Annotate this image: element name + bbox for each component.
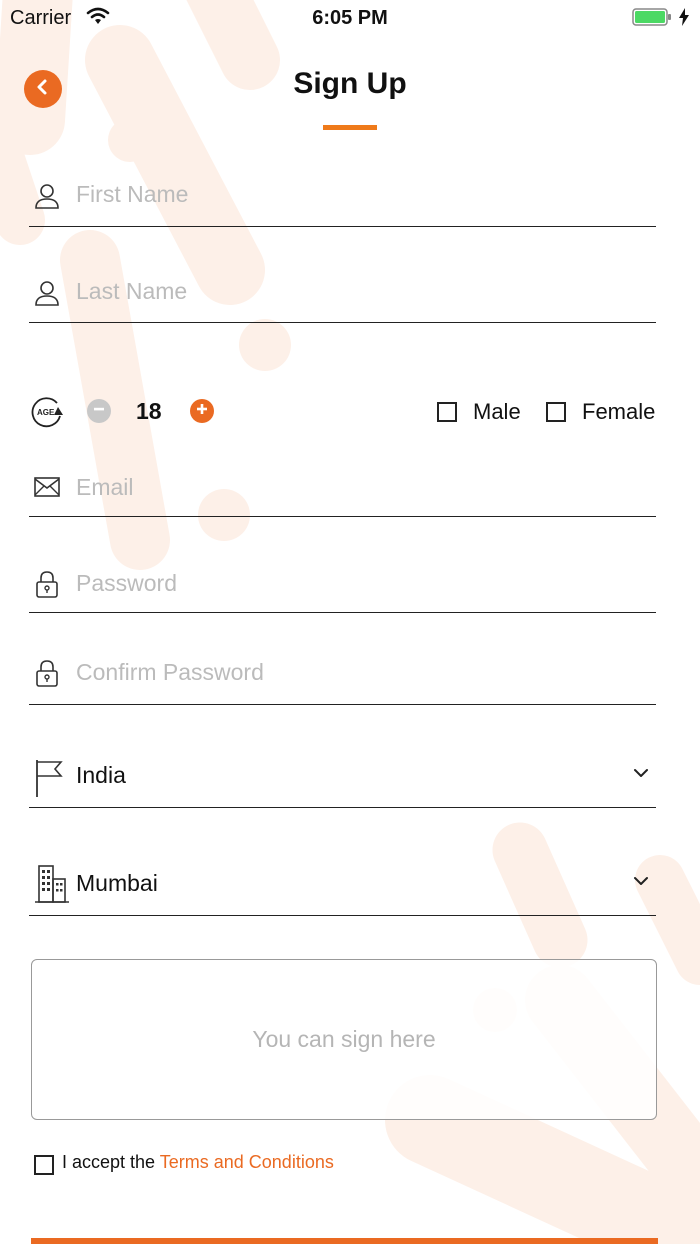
city-select[interactable]: Mumbai [29,860,656,916]
terms-checkbox[interactable] [34,1155,54,1175]
first-name-input[interactable]: First Name [76,181,616,208]
chevron-down-icon[interactable] [632,766,650,785]
password-field[interactable]: Password [29,561,656,613]
country-select[interactable]: India [29,752,656,808]
male-label: Male [473,399,521,424]
chevron-down-icon[interactable] [632,874,650,893]
user-icon [33,182,61,215]
signature-pad[interactable]: You can sign here [31,959,657,1120]
plus-circle-icon [195,402,209,421]
page-title: Sign Up [293,67,407,100]
terms-link[interactable]: Terms and Conditions [160,1152,334,1172]
password-input[interactable]: Password [76,570,616,597]
female-label: Female [582,399,656,424]
status-bar: Carrier 6:05 PM [0,0,700,36]
flag-icon [33,758,63,803]
title-underline [323,125,377,130]
age-badge-text: AGE [37,408,55,417]
city-value: Mumbai [76,870,158,896]
user-icon [33,279,61,312]
age-increment-button[interactable] [190,399,214,423]
confirm-password-input[interactable]: Confirm Password [76,659,616,686]
battery-icon [632,8,672,26]
minus-circle-icon [92,402,106,421]
charging-icon [678,8,690,31]
sign-up-button[interactable] [31,1238,658,1244]
email-input[interactable]: Email [76,474,616,501]
email-field[interactable]: Email [29,465,656,517]
age-value: 18 [136,398,162,424]
age-decrement-button[interactable] [87,399,111,423]
last-name-field[interactable]: Last Name [29,269,656,323]
signature-hint: You can sign here [252,1026,436,1052]
status-time: 6:05 PM [312,7,388,29]
envelope-icon [33,476,61,503]
country-value: India [76,762,126,788]
terms-text: I accept the Terms and Conditions [62,1152,334,1173]
age-gender-row: AGE 18 Male Female [0,390,700,434]
lock-icon [33,569,61,604]
first-name-field[interactable]: First Name [29,172,656,227]
building-icon [33,863,69,908]
terms-prefix: I accept the [62,1152,156,1172]
last-name-input[interactable]: Last Name [76,278,616,305]
female-checkbox[interactable] [546,402,566,422]
male-checkbox[interactable] [437,402,457,422]
confirm-password-field[interactable]: Confirm Password [29,650,656,705]
age-icon: AGE [30,394,64,433]
lock-icon [33,658,61,693]
